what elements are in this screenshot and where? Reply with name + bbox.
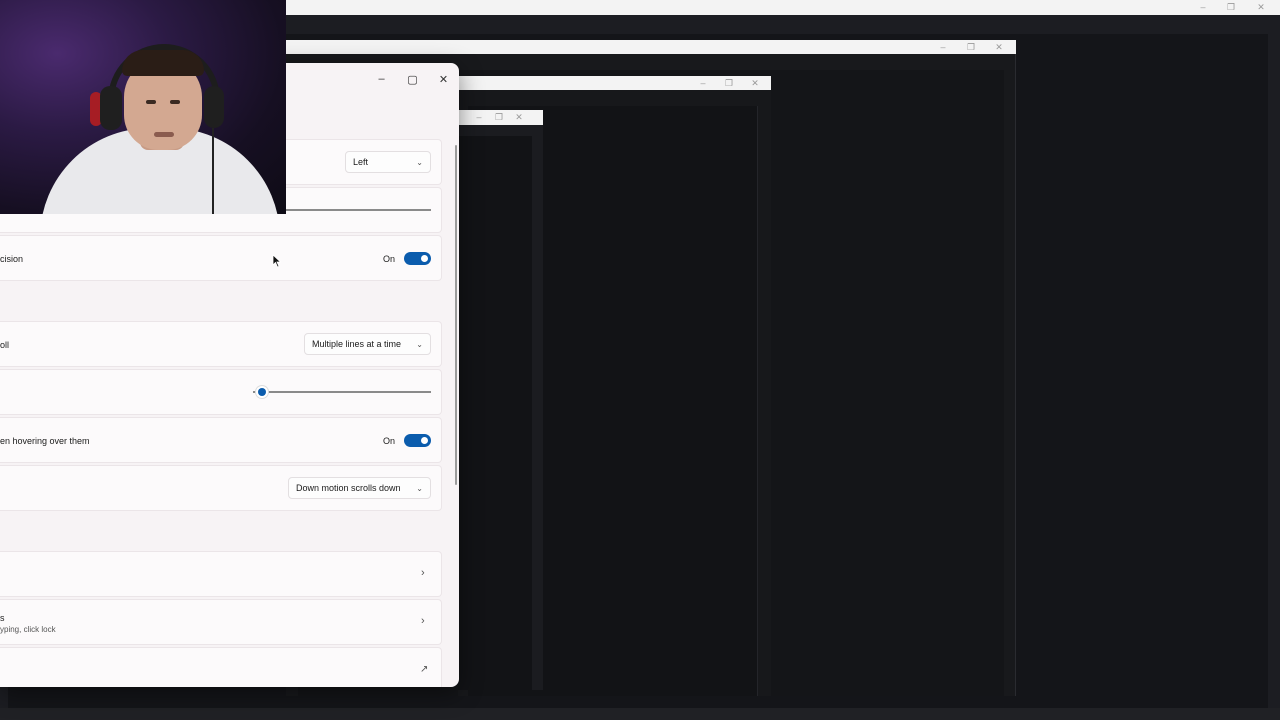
- related-link-2-subtitle: yping, click lock: [0, 625, 56, 634]
- scroll-direction-value: Down motion scrolls down: [296, 483, 401, 493]
- hover-scroll-label: en hovering over them: [0, 436, 90, 446]
- win3-maximize-button[interactable]: ❐: [722, 76, 736, 90]
- hair: [122, 50, 204, 76]
- mouth: [154, 132, 174, 137]
- pointer-precision-label: cision: [0, 254, 24, 264]
- win4-maximize-button[interactable]: ❐: [492, 110, 506, 124]
- outer-close-button[interactable]: ✕: [1254, 0, 1268, 14]
- eye-right: [170, 100, 180, 104]
- headphone-cable: [212, 128, 214, 214]
- win4-close-button[interactable]: ✕: [512, 110, 526, 124]
- outer-minimize-button[interactable]: –: [1196, 0, 1210, 14]
- scroll-lines-slider-thumb[interactable]: [257, 388, 266, 396]
- win2-maximize-button[interactable]: ❐: [964, 40, 978, 54]
- pointer-precision-card: cision On: [0, 235, 442, 281]
- related-link-2[interactable]: s yping, click lock ›: [0, 599, 442, 645]
- win2-titlebar: – ❐ ✕: [286, 40, 1016, 54]
- webcam-overlay: [0, 0, 286, 214]
- related-link-3[interactable]: ↗: [0, 647, 442, 687]
- scroll-mode-card: oll Multiple lines at a time ⌄: [0, 321, 442, 367]
- hover-scroll-toggle[interactable]: [404, 434, 432, 447]
- chevron-down-icon: ⌄: [416, 483, 423, 493]
- scroll-direction-card: Down motion scrolls down ⌄: [0, 465, 442, 511]
- settings-scrollbar[interactable]: [455, 145, 457, 485]
- toggle-knob: [421, 255, 429, 262]
- primary-button-value: Left: [353, 157, 369, 167]
- external-link-icon: ↗: [420, 664, 429, 675]
- win4-titlebar: – ❐ ✕: [458, 110, 543, 125]
- win2-minimize-button[interactable]: –: [936, 40, 950, 54]
- win4-minimize-button[interactable]: –: [472, 110, 486, 124]
- window-controls: – ▢ ✕: [366, 68, 459, 90]
- win4-content-area: [458, 136, 532, 690]
- pointer-precision-state: On: [383, 253, 396, 264]
- chevron-down-icon: ⌄: [416, 157, 423, 167]
- hover-scroll-state: On: [383, 435, 396, 446]
- chevron-right-icon: ›: [421, 567, 425, 579]
- hover-scroll-card: en hovering over them On: [0, 417, 442, 463]
- win3-minimize-button[interactable]: –: [696, 76, 710, 90]
- minimize-button[interactable]: –: [366, 68, 397, 90]
- scroll-mode-label: oll: [0, 340, 10, 350]
- scroll-mode-dropdown[interactable]: Multiple lines at a time ⌄: [304, 333, 431, 355]
- headphone-cup-left: [100, 86, 122, 130]
- mouse-cursor-icon: [272, 254, 282, 268]
- scroll-mode-value: Multiple lines at a time: [312, 339, 402, 349]
- related-link-1[interactable]: ›: [0, 551, 442, 597]
- scroll-lines-card: [0, 369, 442, 415]
- scroll-direction-dropdown[interactable]: Down motion scrolls down ⌄: [288, 477, 431, 499]
- chevron-right-icon: ›: [421, 615, 425, 627]
- outer-maximize-button[interactable]: ❐: [1224, 0, 1238, 14]
- toggle-knob: [421, 437, 429, 444]
- win3-close-button[interactable]: ✕: [748, 76, 762, 90]
- related-link-2-title: s: [0, 613, 5, 623]
- headphone-cup-right: [204, 86, 224, 128]
- eye-left: [146, 100, 156, 104]
- maximize-button[interactable]: ▢: [397, 68, 428, 90]
- pointer-precision-toggle-group: On: [383, 252, 432, 265]
- pointer-precision-toggle[interactable]: [404, 252, 432, 265]
- hover-scroll-toggle-group: On: [383, 434, 432, 447]
- pointer-speed-slider-track[interactable]: [286, 209, 431, 211]
- scroll-lines-slider-track[interactable]: [253, 391, 431, 393]
- background-window-4: – ❐ ✕: [458, 110, 543, 690]
- win2-close-button[interactable]: ✕: [992, 40, 1006, 54]
- close-button[interactable]: ✕: [428, 68, 459, 90]
- primary-button-dropdown[interactable]: Left ⌄: [345, 151, 431, 173]
- win3-titlebar: – ❐ ✕: [458, 76, 771, 90]
- taskbar-strip: [0, 708, 1280, 720]
- chevron-down-icon: ⌄: [416, 339, 423, 349]
